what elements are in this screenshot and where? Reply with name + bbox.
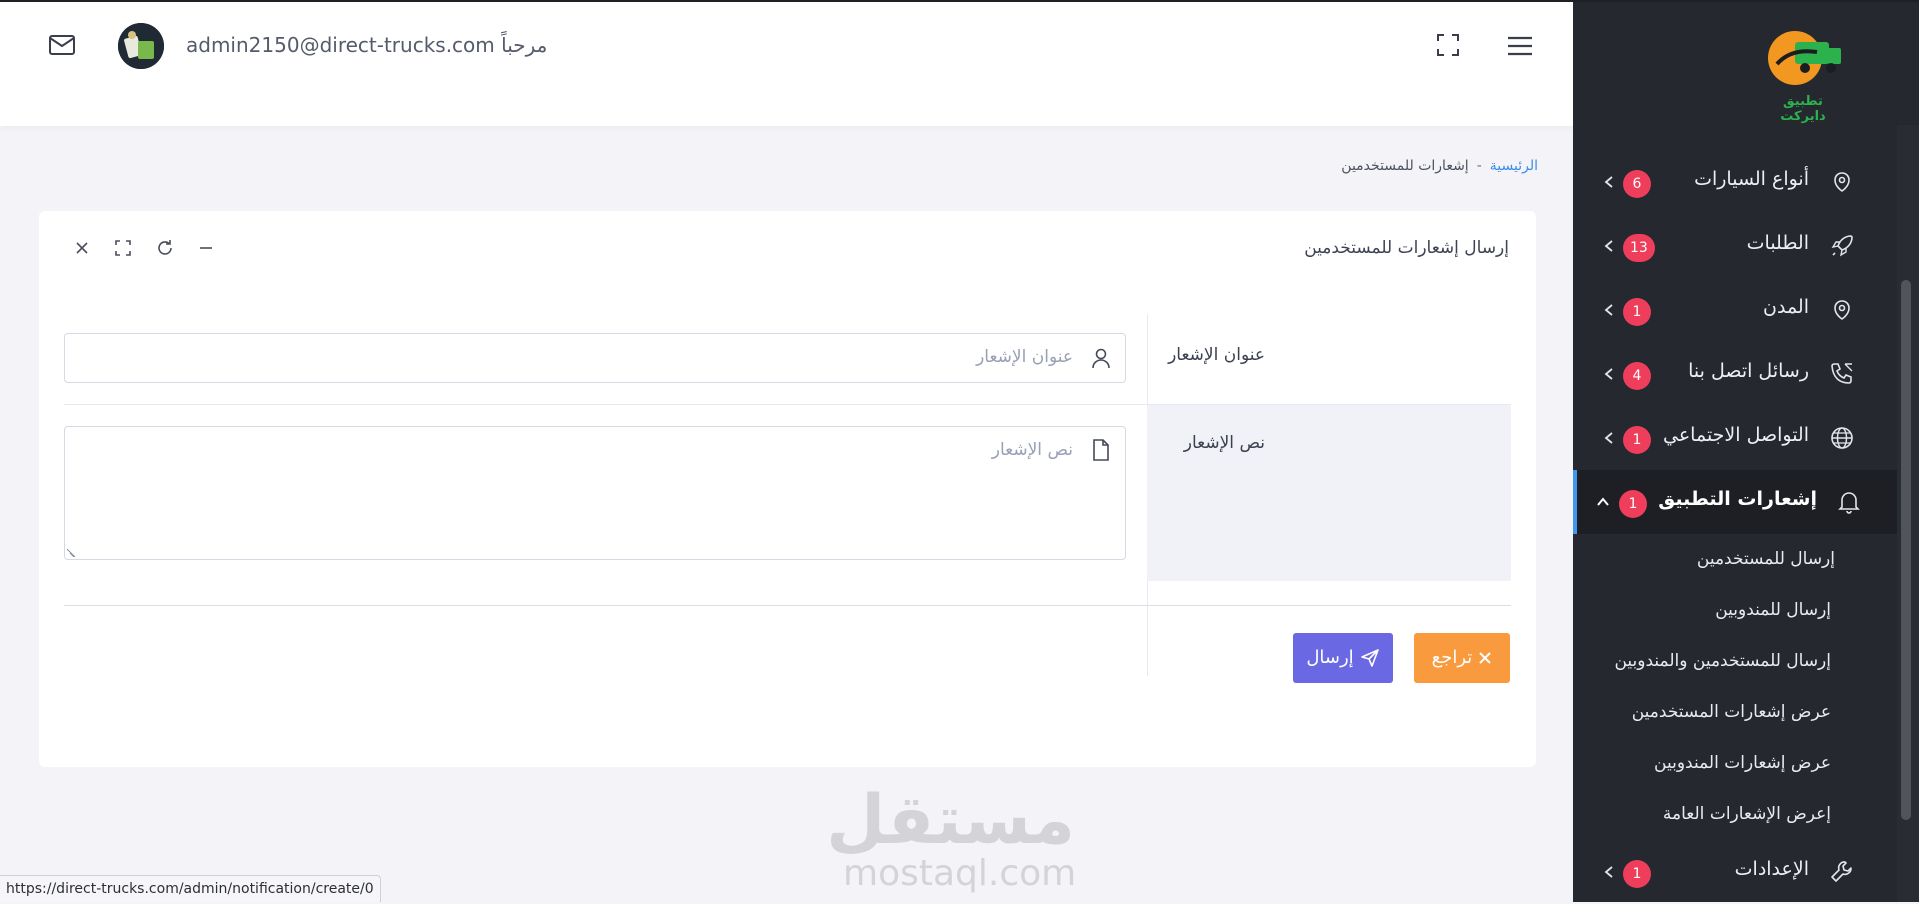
resize-handle-icon[interactable] [67,547,77,557]
refresh-icon[interactable] [155,238,175,258]
badge: 6 [1623,170,1651,198]
badge: 1 [1623,298,1651,326]
notification-body-textarea[interactable]: نص الإشعار [64,426,1126,560]
sidebar-item-label: التواصل الاجتماعي [1663,424,1809,446]
notification-form-card: إرسال إشعارات للمستخدمين عنوان الإشعار ع… [39,211,1536,767]
fullscreen-icon[interactable] [1436,33,1460,57]
submenu-view-general-notifications[interactable]: إعرض الإشعارات العامة [1663,804,1831,824]
chevron-left-icon [1604,240,1613,252]
minimize-icon[interactable] [196,238,216,258]
sidebar-item-label: الطلبات [1746,232,1809,254]
submenu-send-to-users[interactable]: إرسال للمستخدمين [1697,549,1835,569]
logo-icon [1768,31,1841,85]
send-button[interactable]: إرسال [1293,633,1393,683]
send-icon [1360,649,1379,667]
logo-text: تطبيق دايركت [1780,94,1826,124]
submenu-view-delegate-notifications[interactable]: عرض إشعارات المندوبين [1654,753,1831,773]
send-button-label: إرسال [1306,647,1354,668]
hamburger-menu-icon[interactable] [1507,35,1533,57]
title-field-label: عنوان الإشعار [1168,345,1265,365]
form-divider [64,605,1511,606]
chevron-left-icon [1604,176,1613,188]
badge: 4 [1623,362,1651,390]
breadcrumb-home-link[interactable]: الرئيسية [1490,158,1538,174]
sidebar-item-app-notifications[interactable]: إشعارات التطبيق 1 [1573,470,1919,534]
sidebar-item-label: رسائل اتصل بنا [1688,360,1809,382]
sidebar-item-settings[interactable]: الإعدادات 1 [1573,840,1919,904]
sidebar-item-cities[interactable]: المدن 1 [1573,278,1919,342]
breadcrumb: الرئيسية-إشعارات للمستخدمين [1341,158,1538,174]
title-placeholder: عنوان الإشعار [976,347,1073,367]
sidebar-item-label: الإعدادات [1734,858,1809,880]
chevron-left-icon [1604,866,1613,878]
app-logo[interactable]: تطبيق دايركت [1573,0,1919,125]
close-icon[interactable] [72,238,92,258]
submenu-send-to-users-and-delegates[interactable]: إرسال للمستخدمين والمندوبين [1614,651,1831,671]
badge: 1 [1623,426,1651,454]
sidebar-scrollbar-thumb[interactable] [1901,280,1911,820]
sidebar: تطبيق دايركت أنواع السيارات 6 الطلبات 13… [1573,0,1919,902]
sidebar-item-label: المدن [1763,296,1809,318]
city-icon [1834,300,1850,320]
watermark: مستقل mostaql.com [826,781,1077,894]
wrench-icon [1831,861,1852,882]
submenu-view-user-notifications[interactable]: عرض إشعارات المستخدمين [1632,702,1831,722]
body-label-cell: نص الإشعار [1147,405,1511,581]
body-field-label: نص الإشعار [1183,433,1265,453]
user-icon [1092,348,1110,369]
greeting-text: admin2150@direct-trucks.com مرحباً [186,33,548,57]
globe-icon [1831,427,1853,449]
mail-icon[interactable] [48,33,76,57]
window-top-border [0,0,1919,2]
breadcrumb-separator: - [1476,158,1482,174]
title-label-cell: عنوان الإشعار [1147,314,1511,404]
chevron-left-icon [1604,304,1613,316]
watermark-latin: mostaql.com [843,853,1077,894]
badge: 1 [1623,860,1651,888]
avatar[interactable] [118,23,164,69]
back-button[interactable]: تراجع [1414,633,1510,683]
sidebar-item-contact-messages[interactable]: رسائل اتصل بنا 4 [1573,342,1919,406]
watermark-arabic: مستقل [826,781,1075,860]
sidebar-item-orders[interactable]: الطلبات 13 [1573,214,1919,278]
car-icon [1834,172,1850,192]
status-url-bar: https://direct-trucks.com/admin/notifica… [0,875,381,902]
sidebar-item-label: إشعارات التطبيق [1658,488,1817,510]
submenu-send-to-delegates[interactable]: إرسال للمندوبين [1715,600,1831,620]
document-icon [1093,439,1109,461]
chevron-left-icon [1604,368,1613,380]
badge: 1 [1619,490,1647,518]
rocket-icon [1831,235,1853,257]
card-title: إرسال إشعارات للمستخدمين [1304,238,1509,258]
top-header: admin2150@direct-trucks.com مرحباً [0,0,1573,126]
badge: 13 [1623,234,1655,262]
fullscreen-card-icon[interactable] [113,238,133,258]
sidebar-item-label: أنواع السيارات [1694,168,1809,190]
sidebar-item-car-types[interactable]: أنواع السيارات 6 [1573,150,1919,214]
bell-icon [1838,492,1860,514]
sidebar-item-social[interactable]: التواصل الاجتماعي 1 [1573,406,1919,470]
breadcrumb-current: إشعارات للمستخدمين [1341,158,1469,174]
chevron-left-icon [1604,432,1613,444]
x-icon [1479,652,1492,664]
phone-call-icon [1831,363,1853,384]
body-placeholder: نص الإشعار [991,440,1073,460]
back-button-label: تراجع [1431,647,1473,668]
chevron-up-icon [1597,497,1609,506]
notification-title-input[interactable]: عنوان الإشعار [64,333,1126,383]
